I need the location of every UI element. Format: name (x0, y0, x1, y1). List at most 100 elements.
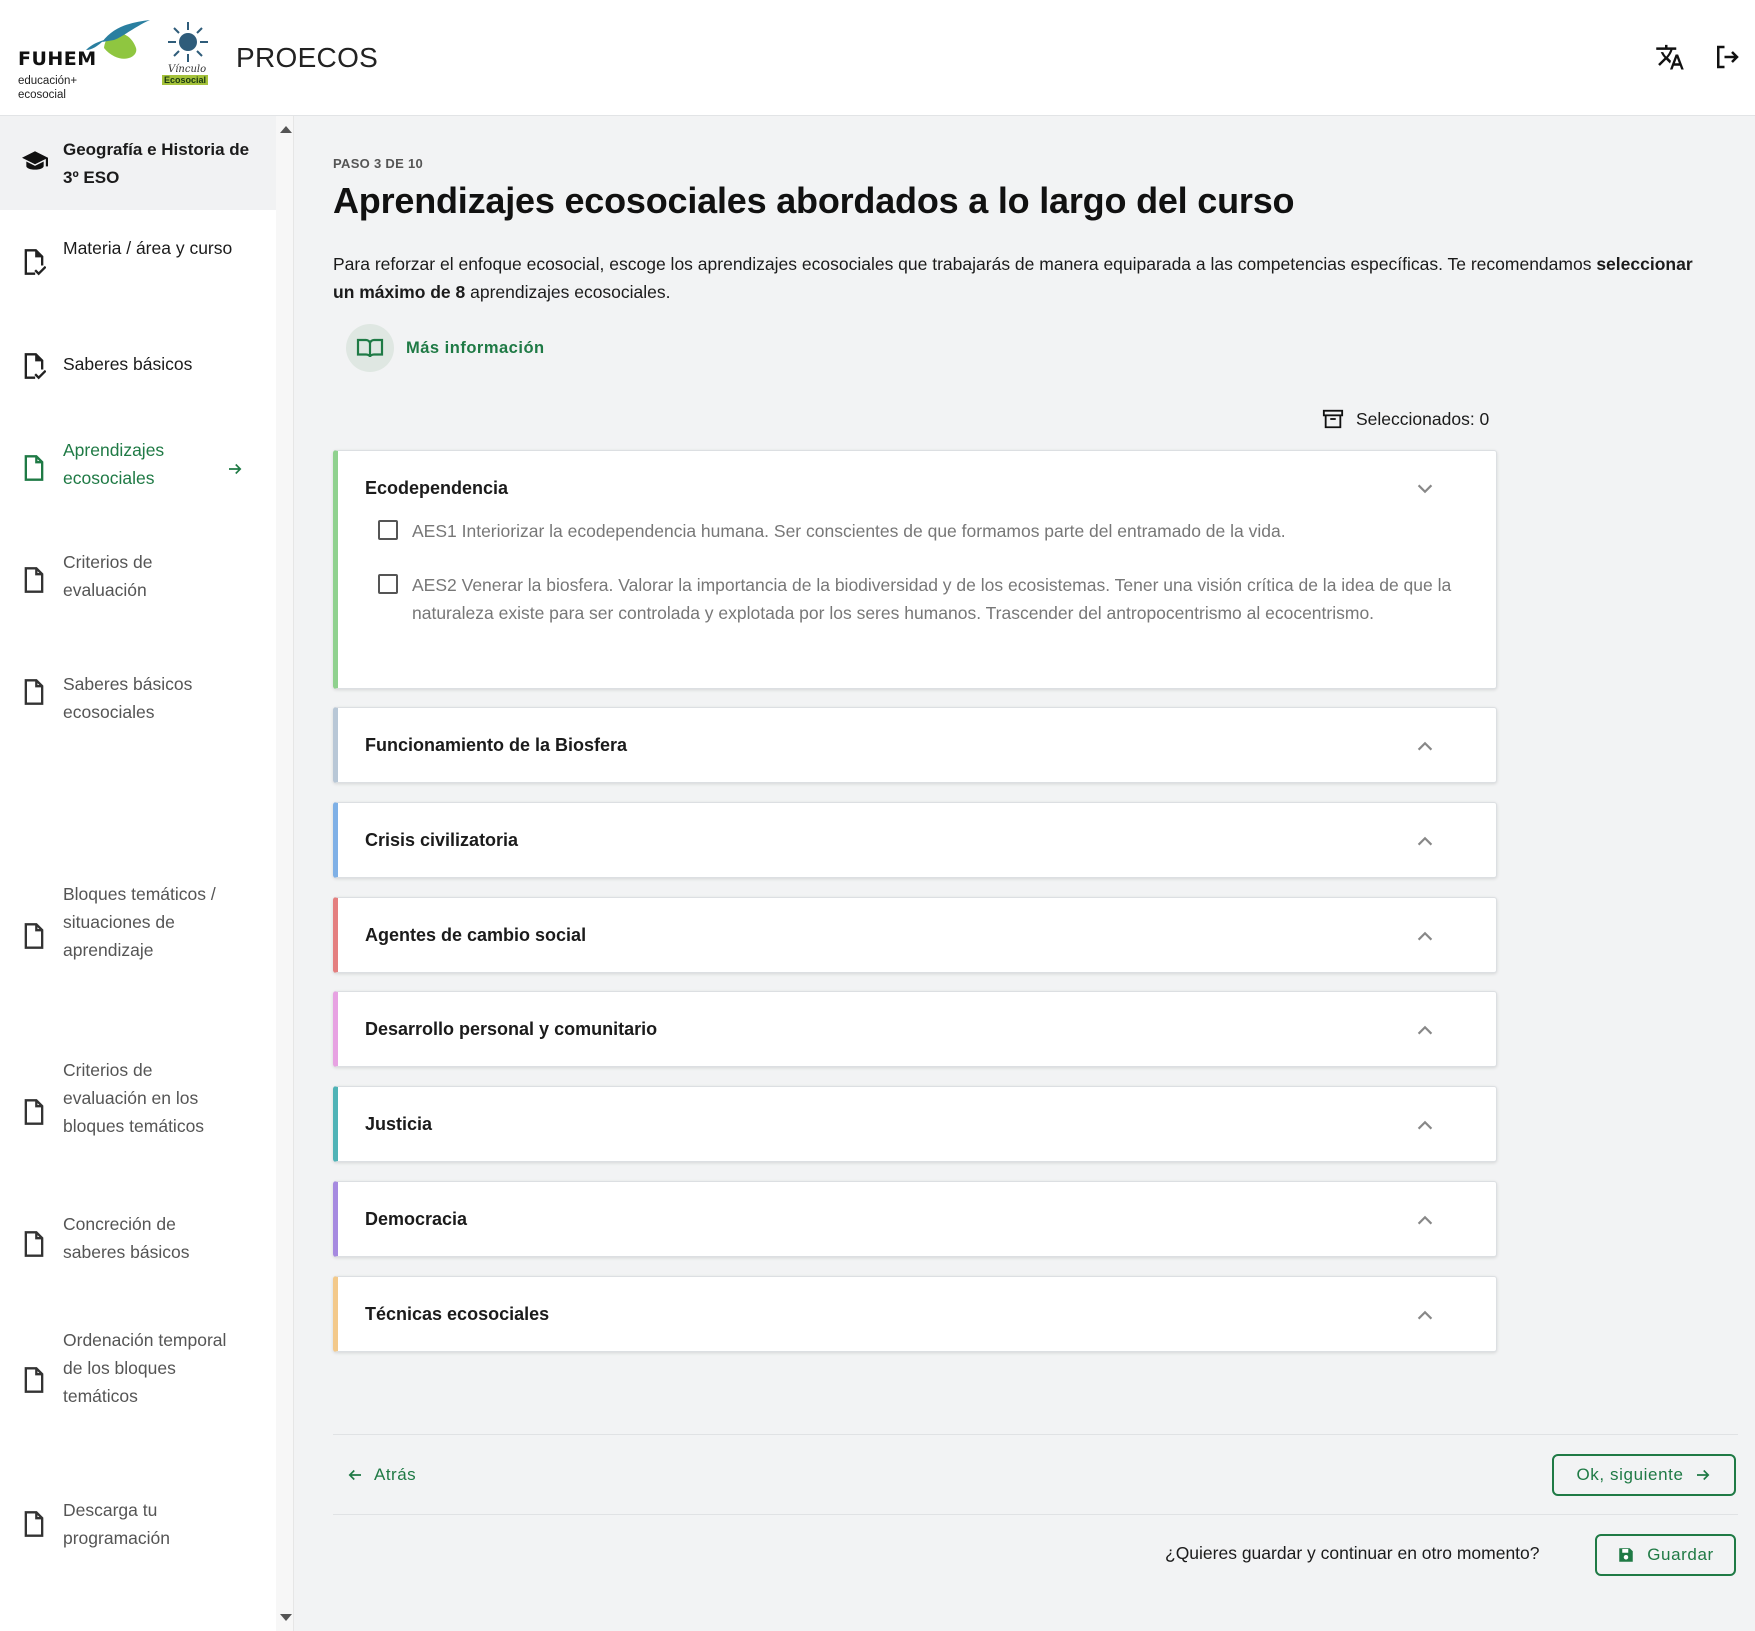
chevron-up-icon[interactable] (1414, 1304, 1436, 1326)
fuhem-logo-tagline: educación+ ecosocial (18, 75, 78, 101)
section-header[interactable]: Desarrollo personal y comunitario (365, 992, 1465, 1066)
sidebar-item-saberes-basicos[interactable]: Saberes básicos (0, 314, 276, 414)
back-label: Atrás (374, 1465, 417, 1484)
file-icon (24, 1367, 44, 1393)
sidebar-item-label: Materia / área y curso (63, 238, 233, 258)
chevron-up-icon[interactable] (1414, 1114, 1436, 1136)
sidebar-item-bloques-tematicos[interactable]: Bloques temáticos / situaciones de apren… (0, 746, 276, 960)
next-label: Ok, siguiente (1576, 1465, 1684, 1484)
course-header: Geografía e Historia de 3º ESO (0, 116, 276, 210)
section-agentes-cambio-social: Agentes de cambio social (333, 897, 1497, 973)
divider (333, 1514, 1738, 1515)
sidebar-item-aprendizajes-ecosociales[interactable]: Aprendizajes ecosociales (0, 414, 276, 524)
arrow-right-icon (1696, 1469, 1709, 1481)
arrow-left-icon (348, 1469, 361, 1481)
vinculo-ecosocial-logo: Vínculo Ecosocial (160, 22, 216, 94)
app-title: PROECOS (236, 42, 379, 73)
fuhem-logo: FUHEM educación+ ecosocial (16, 18, 150, 102)
learning-item-text: AES2 Venerar la biosfera. Valorar la imp… (412, 575, 1452, 623)
section-ecodependencia: Ecodependencia AES1 Interiorizar la ecod… (333, 450, 1497, 689)
file-icon (24, 567, 44, 593)
section-header[interactable]: Ecodependencia (365, 451, 1465, 525)
checkbox[interactable] (378, 574, 398, 594)
sidebar-item-concrecion-saberes[interactable]: Concreción de saberes básicos (0, 1096, 276, 1262)
arrow-right-icon (229, 463, 242, 475)
more-info-button[interactable]: Más información (346, 324, 545, 372)
fuhem-leaf-icon (86, 20, 150, 59)
sidebar-item-label: Saberes básicos (63, 354, 193, 374)
section-title: Democracia (365, 1208, 468, 1229)
section-title: Desarrollo personal y comunitario (365, 1018, 658, 1039)
intro-text: Para reforzar el enfoque ecosocial, esco… (333, 254, 1693, 302)
file-check-icon (24, 353, 46, 380)
sidebar-item-label: Saberes básicos ecosociales (63, 674, 193, 722)
file-icon (24, 679, 44, 705)
translate-icon[interactable] (1655, 42, 1685, 72)
sidebar-scrollbar[interactable] (276, 116, 294, 1631)
file-icon (24, 455, 44, 481)
section-header[interactable]: Funcionamiento de la Biosfera (365, 708, 1465, 782)
section-title: Agentes de cambio social (365, 924, 587, 945)
section-funcionamiento-biosfera: Funcionamiento de la Biosfera (333, 707, 1497, 783)
steps-sidebar: Geografía e Historia de 3º ESO Materia /… (0, 116, 276, 1631)
chevron-up-icon[interactable] (1414, 735, 1436, 757)
step-indicator: PASO 3 DE 10 (333, 156, 424, 171)
section-title: Justicia (365, 1113, 433, 1134)
save-label: Guardar (1647, 1545, 1714, 1564)
sidebar-item-descarga[interactable]: Descarga tu programación (0, 1396, 276, 1548)
divider (333, 1434, 1738, 1435)
file-check-icon (24, 249, 46, 276)
section-crisis-civilizatoria: Crisis civilizatoria (333, 802, 1497, 878)
section-header[interactable]: Democracia (365, 1182, 1465, 1256)
section-democracia: Democracia (333, 1181, 1497, 1257)
ecosocial-logo-text: Ecosocial (162, 75, 209, 85)
section-header[interactable]: Justicia (365, 1087, 1465, 1161)
graduation-cap-icon (22, 151, 48, 170)
selected-count-label: Seleccionados: 0 (1356, 408, 1490, 429)
learning-item-aes2[interactable]: AES2 Venerar la biosfera. Valorar la imp… (378, 571, 1452, 627)
chevron-up-icon[interactable] (1414, 830, 1436, 852)
save-question: ¿Quieres guardar y continuar en otro mom… (1165, 1543, 1540, 1563)
sidebar-item-materia[interactable]: Materia / área y curso (0, 210, 276, 314)
section-justicia: Justicia (333, 1086, 1497, 1162)
learning-item-aes1[interactable]: AES1 Interiorizar la ecodependencia huma… (378, 517, 1452, 545)
section-header[interactable]: Técnicas ecosociales (365, 1277, 1465, 1351)
sidebar-item-ordenacion-temporal[interactable]: Ordenación temporal de los bloques temát… (0, 1226, 276, 1406)
section-title: Técnicas ecosociales (365, 1303, 550, 1324)
archive-icon (1322, 409, 1344, 429)
app-header: FUHEM educación+ ecosocial Vínculo Ecosoc… (0, 0, 1755, 116)
selected-counter: Seleccionados: 0 (1322, 408, 1489, 430)
section-tecnicas-ecosociales: Técnicas ecosociales (333, 1276, 1497, 1352)
chevron-down-icon[interactable] (1414, 478, 1436, 500)
logout-icon[interactable] (1712, 42, 1742, 72)
book-icon (346, 324, 394, 372)
vinculo-logo-text: Vínculo (168, 64, 207, 75)
sidebar-item-label: Criterios de evaluación (63, 552, 153, 600)
more-info-label: Más información (406, 338, 545, 357)
section-header[interactable]: Agentes de cambio social (365, 898, 1465, 972)
section-header[interactable]: Crisis civilizatoria (365, 803, 1465, 877)
sidebar-item-saberes-basicos-ecosociales[interactable]: Saberes básicos ecosociales (0, 634, 276, 746)
file-icon (24, 1511, 44, 1537)
scroll-up-icon[interactable] (280, 126, 292, 133)
chevron-up-icon[interactable] (1414, 1019, 1436, 1041)
page-title: Aprendizajes ecosociales abordados a lo … (333, 180, 1295, 221)
section-title: Funcionamiento de la Biosfera (365, 734, 628, 755)
learning-item-text: AES1 Interiorizar la ecodependencia huma… (412, 521, 1286, 541)
course-title: Geografía e Historia de 3º ESO (63, 140, 250, 187)
sidebar-item-label: Aprendizajes ecosociales (63, 440, 165, 488)
sidebar-item-label: Descarga tu programación (63, 1500, 170, 1548)
section-title: Ecodependencia (365, 477, 509, 498)
section-desarrollo-personal: Desarrollo personal y comunitario (333, 991, 1497, 1067)
next-button[interactable]: Ok, siguiente (1552, 1454, 1736, 1496)
section-title: Crisis civilizatoria (365, 829, 519, 850)
chevron-up-icon[interactable] (1414, 925, 1436, 947)
sun-emblem-icon (168, 22, 208, 62)
chevron-up-icon[interactable] (1414, 1209, 1436, 1231)
save-button[interactable]: Guardar (1595, 1534, 1736, 1576)
scroll-down-icon[interactable] (280, 1614, 292, 1621)
sidebar-item-criterios-bloques[interactable]: Criterios de evaluación en los bloques t… (0, 926, 276, 1136)
back-button[interactable]: Atrás (346, 1460, 416, 1490)
checkbox[interactable] (378, 520, 398, 540)
sidebar-item-criterios-evaluacion[interactable]: Criterios de evaluación (0, 524, 276, 634)
